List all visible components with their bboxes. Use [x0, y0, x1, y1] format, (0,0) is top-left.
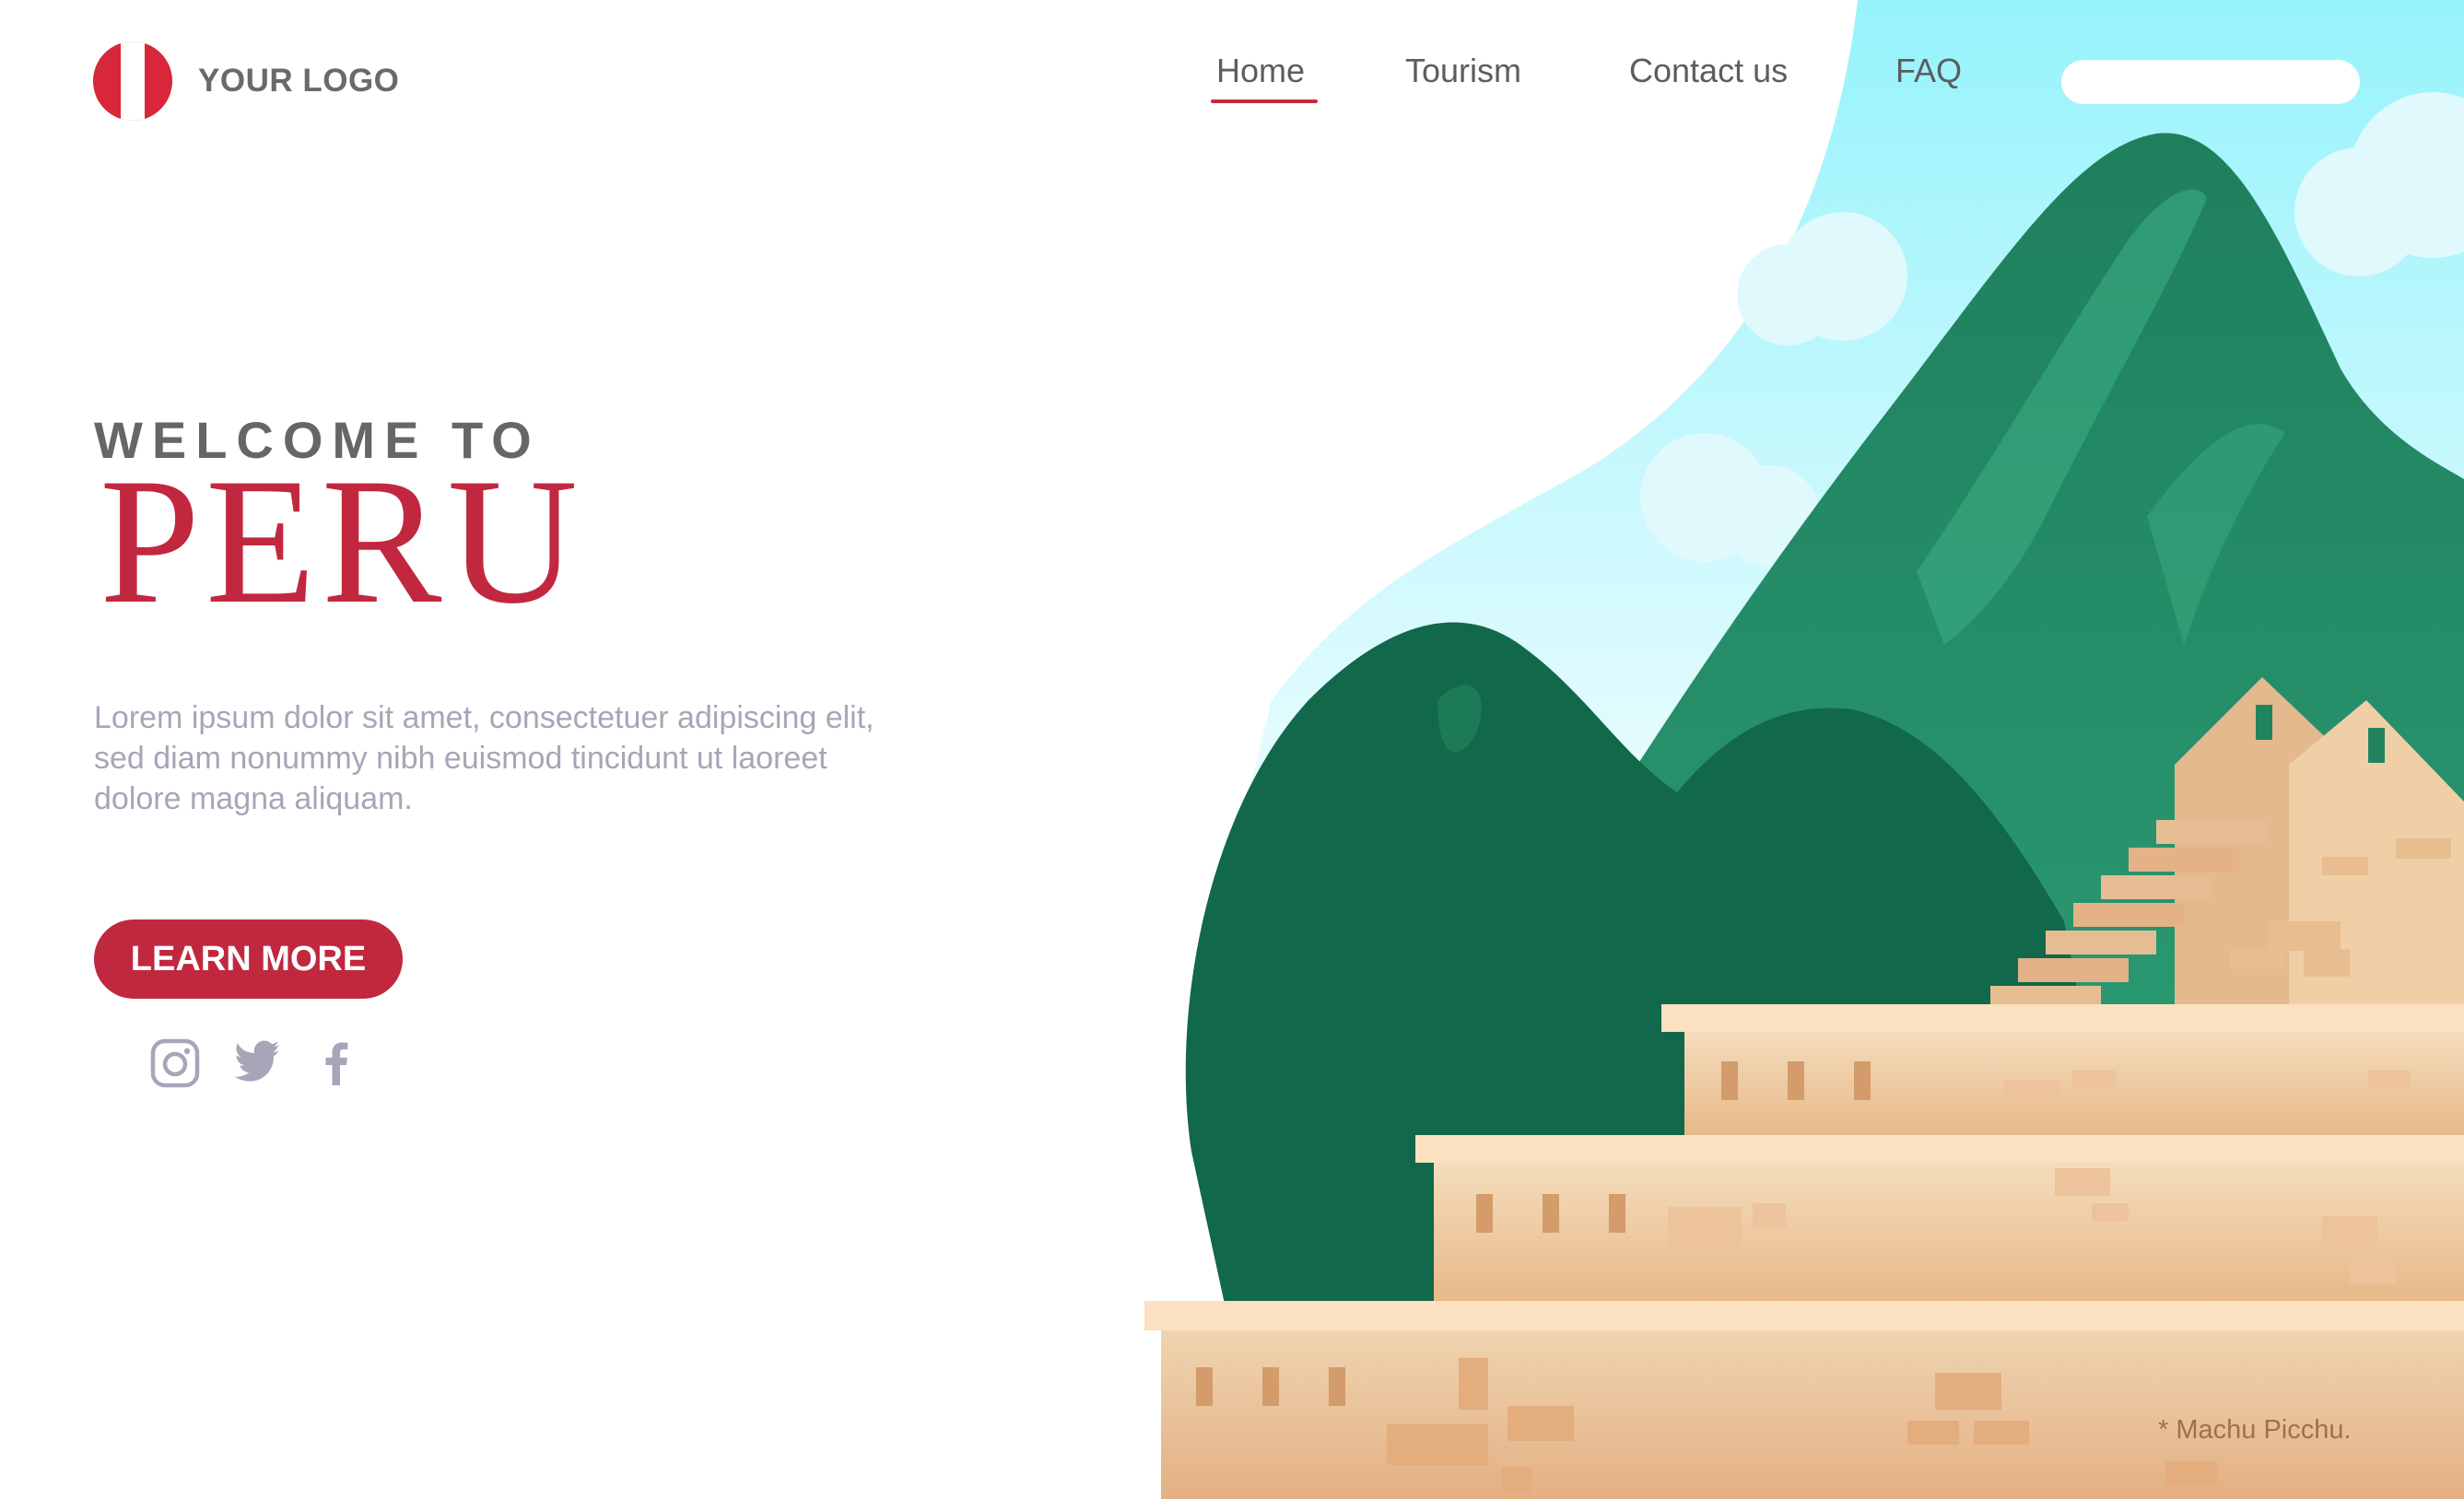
search-input[interactable] [2061, 60, 2360, 104]
nav-home[interactable]: Home [1211, 52, 1318, 107]
terrace-top-ledge [1661, 1004, 2464, 1032]
terrace-bottom-ledge [1144, 1301, 2464, 1330]
nav-home-label: Home [1216, 52, 1306, 89]
nav-contact-us[interactable]: Contact us [1629, 52, 1788, 107]
terrace-middle-wall [1434, 1163, 2464, 1301]
facebook-icon [325, 1042, 348, 1085]
hero-description: Lorem ipsum dolor sit amet, consectetuer… [94, 700, 874, 816]
learn-more-button[interactable]: LEARN MORE [94, 919, 403, 999]
nav-tourism[interactable]: Tourism [1405, 52, 1521, 107]
instagram-icon [150, 1038, 200, 1088]
twitter-link[interactable] [233, 1037, 285, 1089]
logo[interactable]: YOUR LOGO [93, 41, 399, 121]
peru-flag-icon [93, 41, 172, 121]
twitter-icon [234, 1040, 280, 1082]
terrace-middle-ledge [1415, 1135, 2464, 1163]
search-bar [2061, 60, 2360, 104]
logo-text: YOUR LOGO [198, 63, 400, 99]
nav-active-underline [1211, 100, 1318, 103]
learn-more-label: LEARN MORE [130, 939, 367, 978]
facebook-link[interactable] [311, 1037, 363, 1089]
nav-faq[interactable]: FAQ [1895, 52, 1962, 107]
nav-tourism-label: Tourism [1405, 52, 1522, 89]
image-caption: * Machu Picchu. [2158, 1415, 2352, 1445]
instagram-link[interactable] [149, 1037, 201, 1089]
nav-contact-label: Contact us [1629, 52, 1789, 89]
nav-faq-label: FAQ [1895, 52, 1963, 89]
hero-title: PERU [100, 441, 584, 641]
